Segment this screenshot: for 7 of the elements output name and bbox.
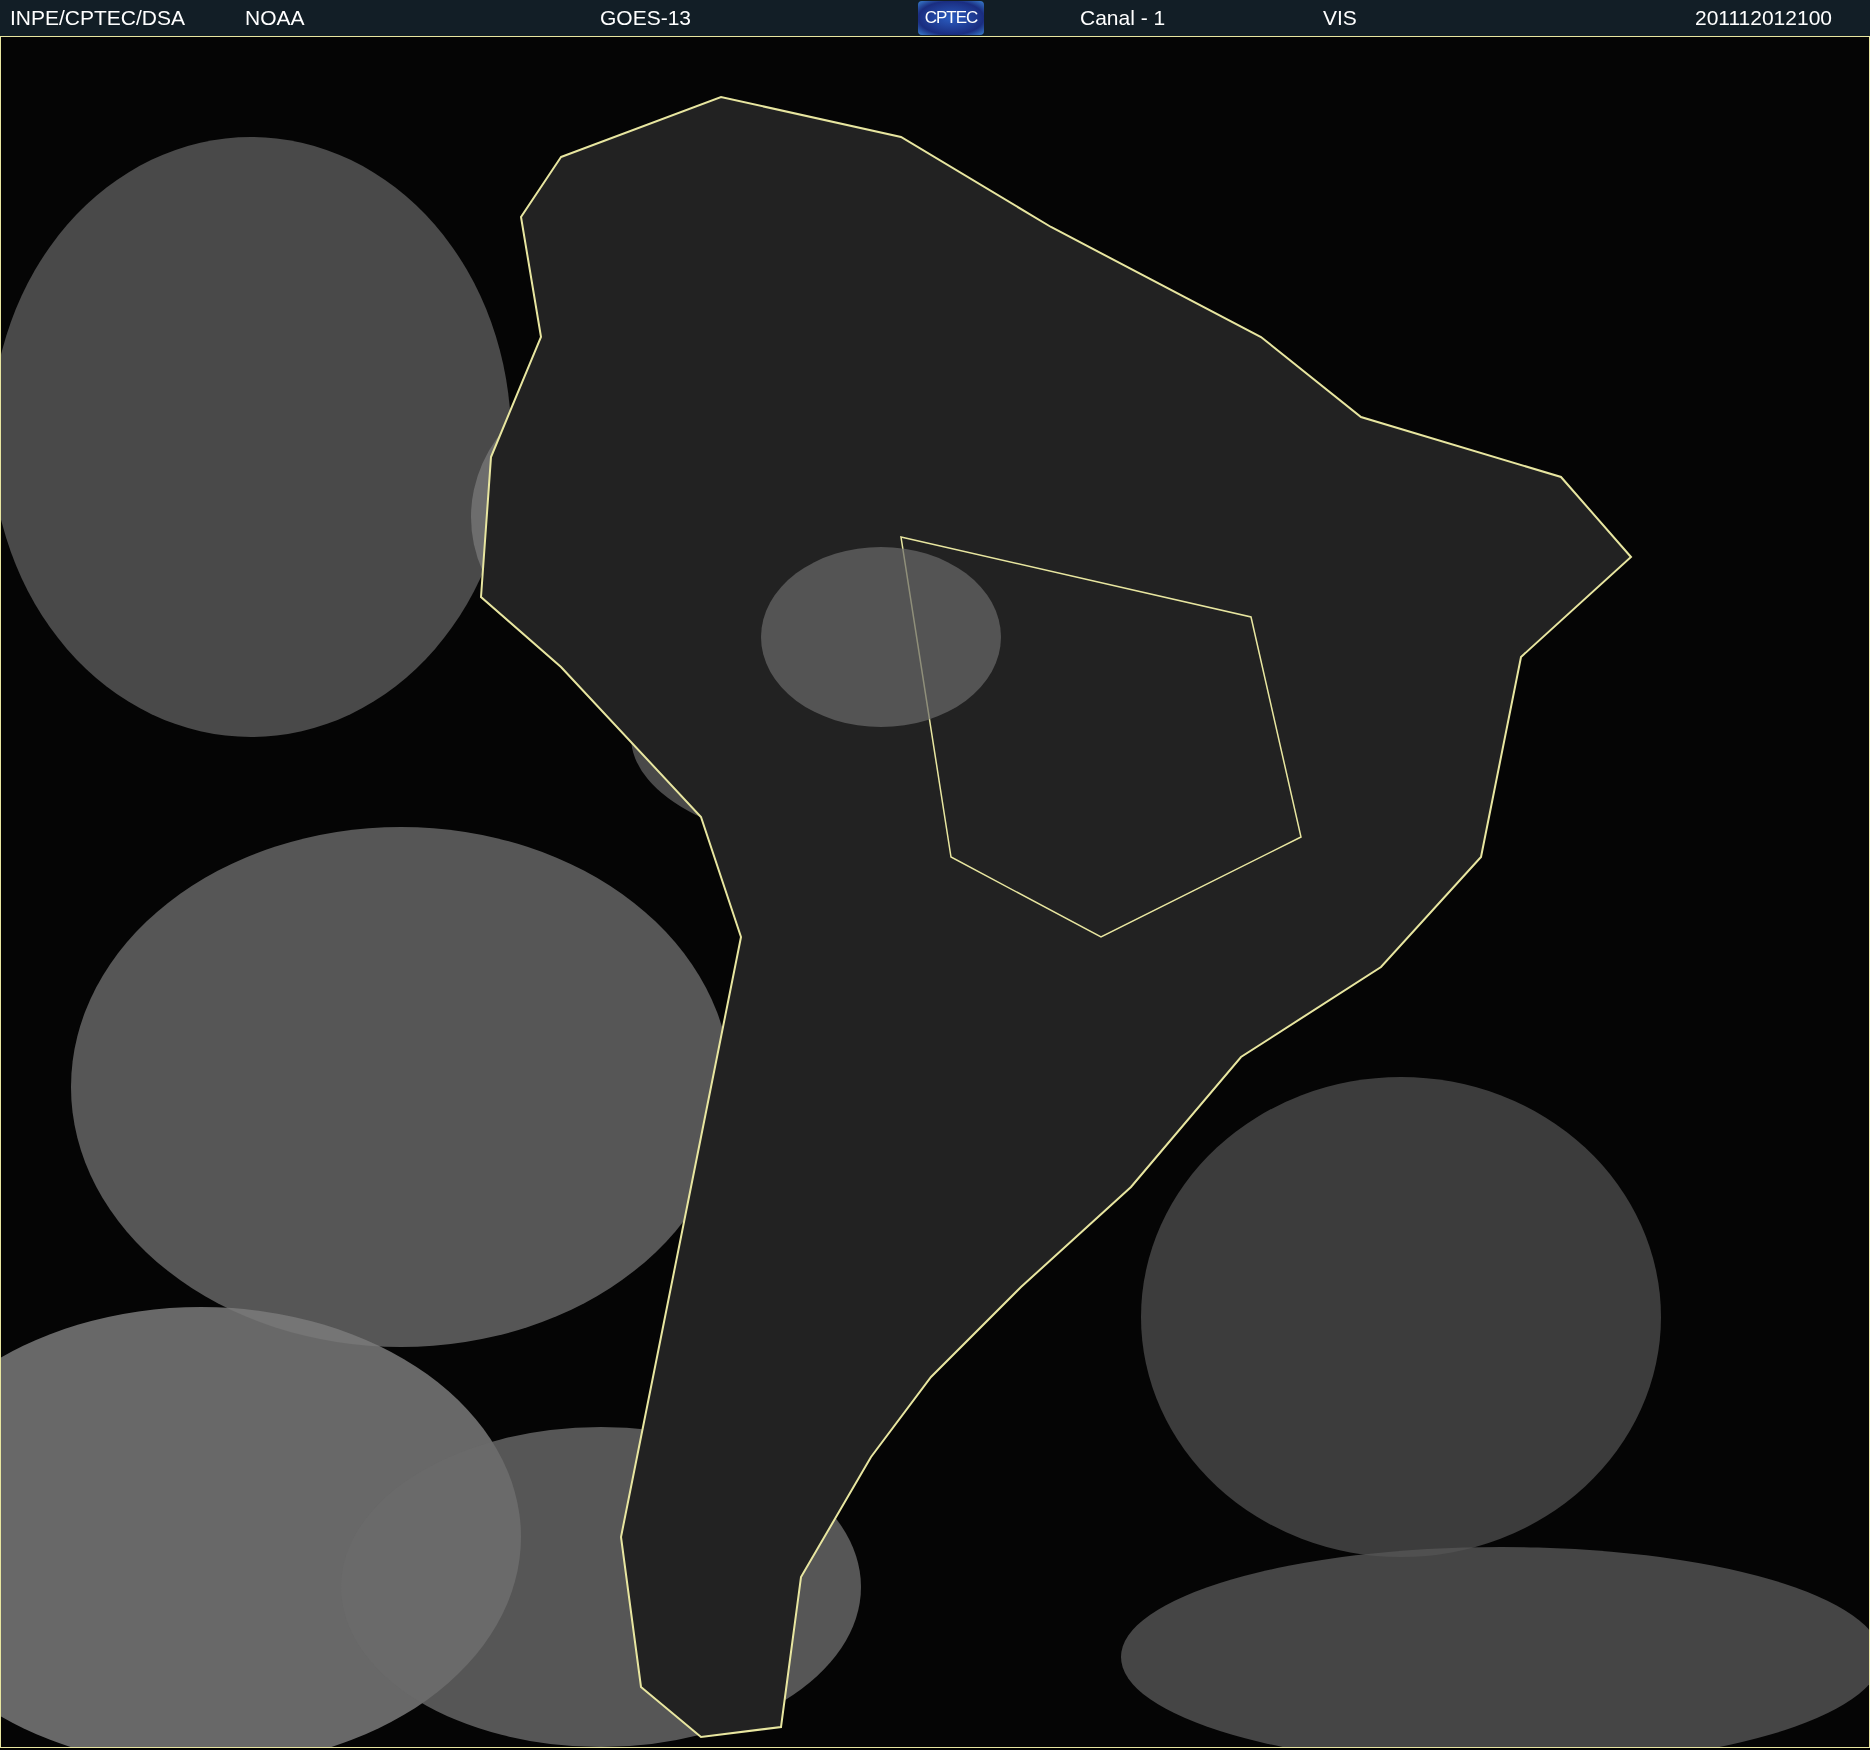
band-label: VIS [1323, 6, 1357, 30]
timestamp-label: 201112012100 [1694, 6, 1832, 30]
channel-label: Canal - 1 [1080, 6, 1167, 30]
agency-label: INPE/CPTEC/DSA [10, 6, 187, 30]
provider-label: NOAA [245, 6, 306, 30]
logo: CPTEC [918, 1, 984, 35]
satellite-label: GOES-13 [600, 6, 693, 30]
